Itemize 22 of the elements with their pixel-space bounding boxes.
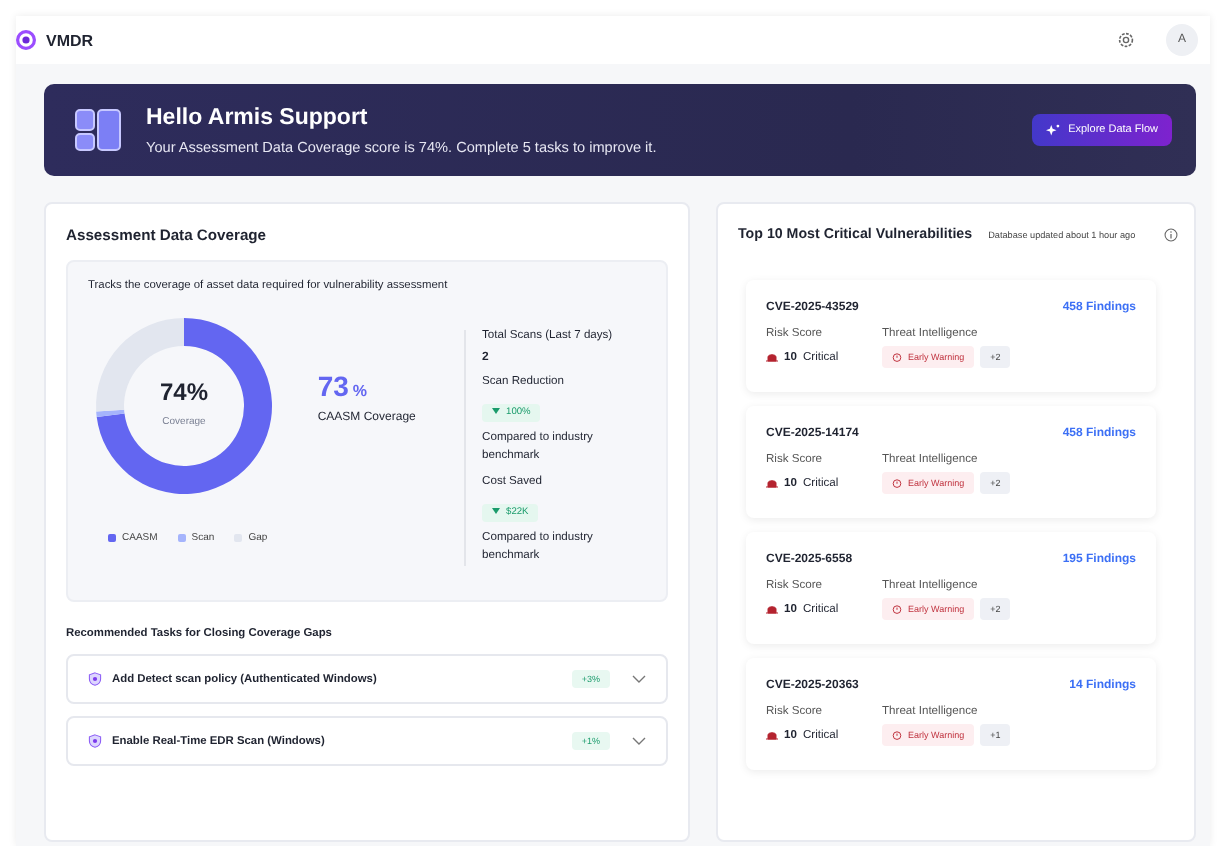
chevron-icon[interactable] bbox=[632, 736, 646, 746]
timer-icon bbox=[892, 478, 902, 488]
down-triangle-icon bbox=[492, 408, 501, 414]
coverage-value: 74% bbox=[159, 378, 209, 406]
shield-icon bbox=[88, 734, 102, 748]
chevron-icon[interactable] bbox=[632, 674, 646, 684]
logo-icon bbox=[16, 30, 36, 50]
timer-icon bbox=[892, 352, 902, 362]
down-triangle-icon bbox=[492, 508, 501, 515]
layout-icon bbox=[74, 106, 122, 154]
legend-swatch bbox=[108, 534, 116, 542]
info-icon bbox=[1164, 227, 1178, 241]
sparkle-icon bbox=[1046, 123, 1061, 137]
timer-icon bbox=[892, 604, 902, 614]
banner-heading: Hello Armis Support bbox=[146, 105, 370, 129]
percent-sign: % bbox=[352, 382, 368, 400]
app-title: VMDR bbox=[46, 31, 94, 49]
shield-icon bbox=[88, 672, 102, 686]
legend-swatch bbox=[177, 534, 186, 542]
settings-icon[interactable] bbox=[1116, 30, 1136, 50]
caasm-value: 73 bbox=[317, 370, 349, 402]
timer-icon bbox=[892, 730, 902, 740]
